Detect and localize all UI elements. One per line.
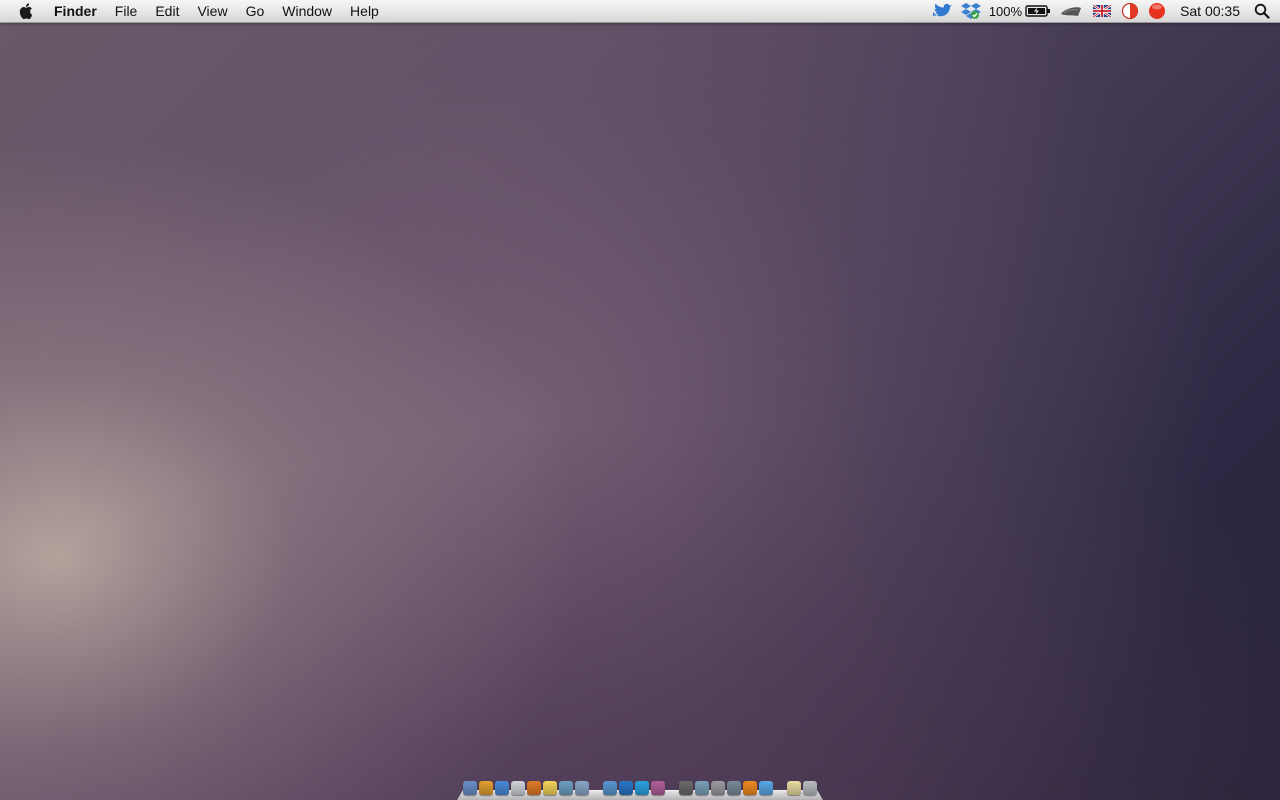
menu-edit[interactable]: Edit [155,0,179,22]
safari-icon[interactable] [495,781,509,795]
skype-icon[interactable] [635,781,649,795]
input-flag-uk-icon[interactable] [1093,0,1112,22]
spotlight-icon[interactable] [1254,0,1270,22]
menu-bar-left: Finder File Edit View Go Window Help [0,0,397,22]
record-dot-icon[interactable] [1148,0,1166,22]
apple-menu-icon[interactable] [18,1,36,21]
dock [457,779,823,800]
dropbox-icon[interactable] [960,0,981,22]
preview-icon[interactable] [511,781,525,795]
menu-bar: Finder File Edit View Go Window Help 100… [0,0,1280,23]
menu-view[interactable]: View [197,0,227,22]
documents-stack-icon[interactable] [787,781,801,795]
desktop-wallpaper[interactable] [0,0,1280,800]
display-toggle-icon[interactable] [1121,0,1139,22]
media-icon[interactable] [695,781,709,795]
network-icon[interactable] [727,781,741,795]
finder-icon[interactable] [463,781,477,795]
trash-icon[interactable] [803,781,817,795]
twitter-app-icon[interactable] [619,781,633,795]
menu-window[interactable]: Window [282,0,332,22]
globe-icon[interactable] [759,781,773,795]
photos-icon[interactable] [559,781,573,795]
battery-percentage[interactable]: 100% [989,4,1022,19]
notes-icon[interactable] [543,781,557,795]
twitter-icon[interactable] [931,0,953,22]
dock-apps [463,779,819,795]
chrome-icon[interactable] [479,781,493,795]
menu-go[interactable]: Go [246,0,265,22]
itunes-icon[interactable] [651,781,665,795]
tasks-icon[interactable] [527,781,541,795]
menu-bar-clock[interactable]: Sat 00:35 [1180,3,1240,19]
menu-file[interactable]: File [115,0,138,22]
wifi-icon[interactable] [1059,0,1083,22]
system-preferences-icon[interactable] [711,781,725,795]
status-area: 100% Sat 00:35 [923,0,1280,22]
cloud-icon[interactable] [679,781,693,795]
battery-icon[interactable] [1025,0,1051,22]
mail-icon[interactable] [603,781,617,795]
app-store-icon[interactable] [575,781,589,795]
vlc-icon[interactable] [743,781,757,795]
app-menu-finder[interactable]: Finder [54,0,97,22]
menu-help[interactable]: Help [350,0,379,22]
